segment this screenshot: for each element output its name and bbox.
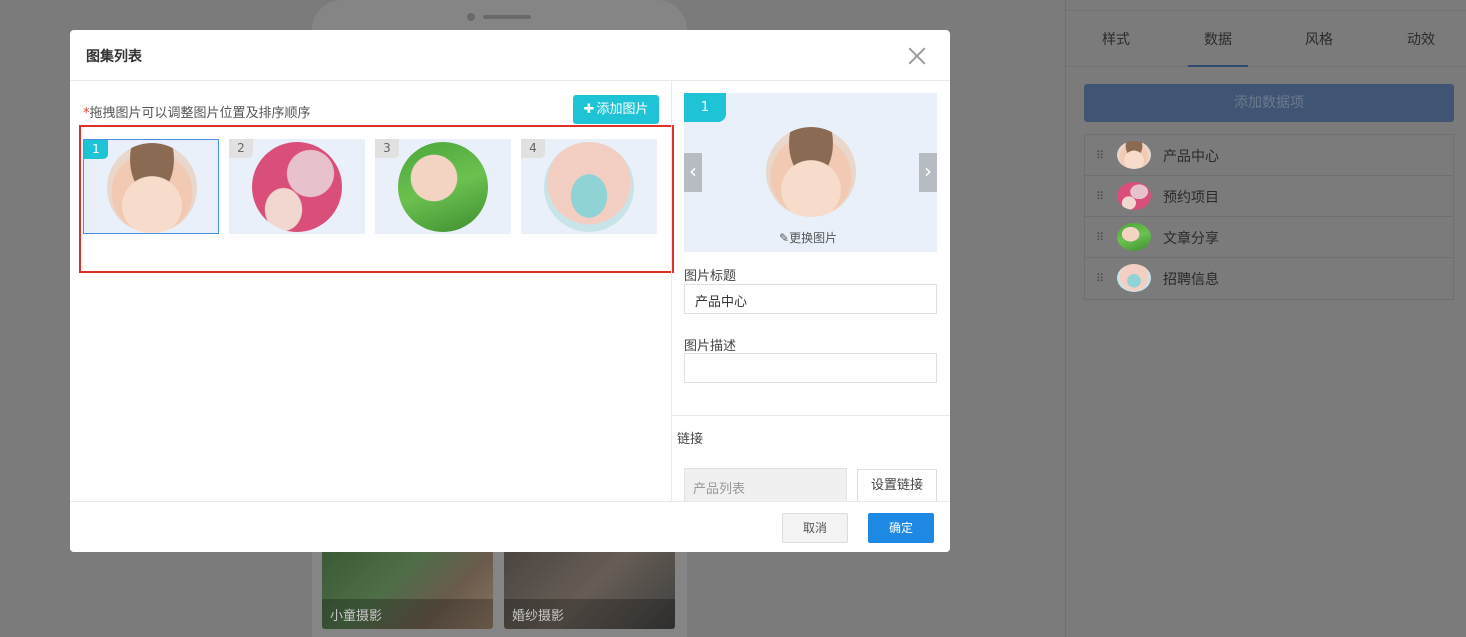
gallery-item[interactable]: 1 — [83, 139, 219, 234]
list-item[interactable]: ⠿ 招聘信息 — [1085, 258, 1453, 299]
drag-handle-icon[interactable]: ⠿ — [1096, 190, 1104, 203]
section-divider — [671, 415, 950, 416]
image-title-input[interactable]: 产品中心 — [684, 284, 937, 314]
item-label: 预约项目 — [1163, 190, 1219, 206]
set-link-button[interactable]: 设置链接 — [857, 469, 937, 503]
tab-data[interactable]: 数据 — [1188, 29, 1248, 67]
phone-speaker — [467, 13, 532, 21]
item-label: 招聘信息 — [1163, 272, 1219, 288]
drag-handle-icon[interactable]: ⠿ — [1096, 231, 1104, 244]
list-item[interactable]: ⠿ 预约项目 — [1085, 176, 1453, 217]
change-image-label: 更换图片 — [789, 231, 838, 245]
gallery-item[interactable]: 4 — [521, 139, 657, 234]
item-thumbnail — [1117, 141, 1151, 169]
gallery-image — [398, 142, 488, 232]
change-image-link[interactable]: ✎更换图片 — [779, 229, 837, 246]
dialog-title: 图集列表 — [86, 49, 142, 65]
dialog-header: 图集列表 — [70, 30, 950, 81]
gallery-item[interactable]: 3 — [375, 139, 511, 234]
gallery-item[interactable]: 2 — [229, 139, 365, 234]
image-title-label: 图片标题 — [684, 269, 737, 284]
dialog-footer: 取消 确定 — [70, 501, 950, 552]
image-preview: 1 ‹ › ✎更换图片 — [684, 93, 937, 252]
cancel-button[interactable]: 取消 — [782, 513, 848, 543]
pencil-icon: ✎ — [779, 231, 790, 245]
list-item[interactable]: ⠿ 产品中心 — [1085, 135, 1453, 176]
item-number: 3 — [375, 139, 399, 158]
item-thumbnail — [1117, 264, 1151, 292]
plus-icon: ✚ — [583, 102, 595, 117]
close-icon[interactable] — [906, 45, 928, 67]
link-field[interactable]: 产品列表 — [684, 468, 847, 503]
gallery-image — [544, 142, 634, 232]
link-label: 链接 — [677, 432, 704, 447]
preview-tile: 婚纱摄影 — [504, 550, 675, 629]
add-image-label: 添加图片 — [596, 102, 649, 117]
add-data-item-button[interactable]: 添加数据项 — [1084, 84, 1454, 122]
column-divider — [671, 81, 672, 501]
add-image-button[interactable]: ✚ 添加图片 — [573, 95, 659, 124]
tab-style[interactable]: 样式 — [1086, 29, 1146, 49]
gallery-list-dialog: 图集列表 *拖拽图片可以调整图片位置及排序顺序 ✚ 添加图片 1 2 3 4 1 … — [70, 30, 950, 552]
gallery-image — [252, 142, 342, 232]
preview-tile: 小童摄影 — [322, 550, 493, 629]
tile-caption: 婚纱摄影 — [504, 599, 675, 629]
drag-handle-icon[interactable]: ⠿ — [1096, 272, 1104, 285]
tab-animation[interactable]: 动效 — [1391, 29, 1451, 49]
item-label: 文章分享 — [1163, 231, 1219, 247]
drag-handle-icon[interactable]: ⠿ — [1096, 149, 1104, 162]
image-desc-input[interactable] — [684, 353, 937, 383]
list-item[interactable]: ⠿ 文章分享 — [1085, 217, 1453, 258]
confirm-button[interactable]: 确定 — [868, 513, 934, 543]
item-number: 2 — [229, 139, 253, 158]
item-number: 4 — [521, 139, 545, 158]
next-arrow-icon[interactable]: › — [919, 153, 937, 192]
tab-theme[interactable]: 风格 — [1289, 29, 1349, 49]
property-panel: 样式 数据 风格 动效 添加数据项 ⠿ 产品中心 ⠿ 预约项目 ⠿ 文章分享 ⠿… — [1065, 0, 1466, 637]
preview-number: 1 — [684, 93, 726, 122]
item-thumbnail — [1117, 223, 1151, 251]
preview-image — [766, 127, 856, 217]
item-number: 1 — [84, 140, 108, 159]
preview-tiles: 小童摄影 婚纱摄影 — [322, 550, 676, 630]
gallery-image — [107, 143, 197, 233]
panel-tabs: 样式 数据 风格 动效 — [1066, 10, 1466, 67]
drag-hint: *拖拽图片可以调整图片位置及排序顺序 — [83, 102, 311, 121]
image-desc-label: 图片描述 — [684, 339, 737, 354]
hint-text: 拖拽图片可以调整图片位置及排序顺序 — [89, 106, 311, 121]
data-item-list: ⠿ 产品中心 ⠿ 预约项目 ⠿ 文章分享 ⠿ 招聘信息 — [1084, 134, 1454, 300]
item-label: 产品中心 — [1163, 149, 1219, 165]
prev-arrow-icon[interactable]: ‹ — [684, 153, 702, 192]
tile-caption: 小童摄影 — [322, 599, 493, 629]
item-thumbnail — [1117, 182, 1151, 210]
